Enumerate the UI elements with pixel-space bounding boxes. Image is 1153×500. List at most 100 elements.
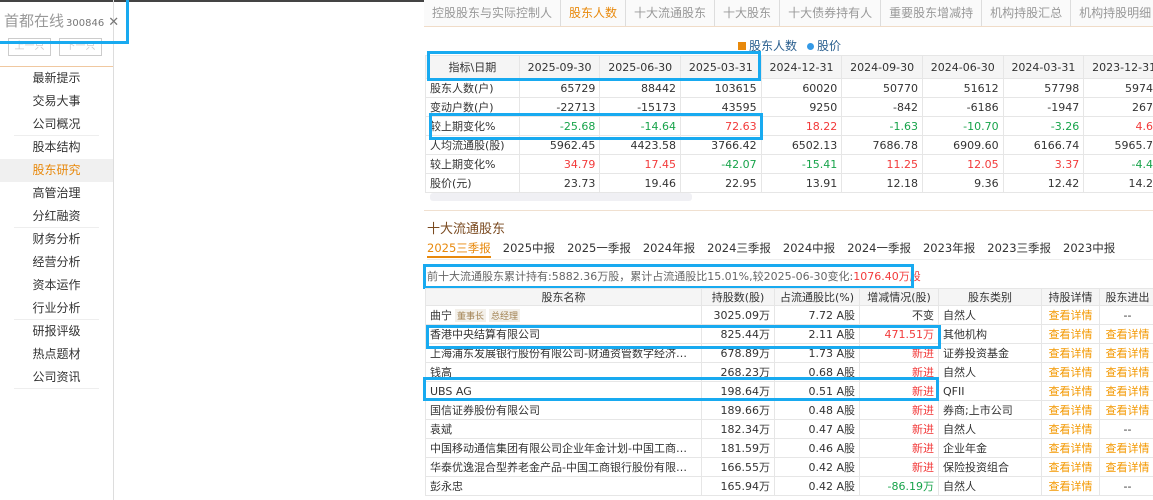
view-detail-link[interactable]: 查看详情 <box>1041 400 1100 420</box>
ratio-cell: 0.68 A股 <box>774 362 860 382</box>
table-row: 较上期变化% 34.79 17.45 -42.07 -15.41 11.25 12.05 3.… <box>425 154 1153 174</box>
table-cell: 103615 <box>680 78 762 98</box>
sidebar-item[interactable]: 分红融资 <box>14 205 99 228</box>
ratio-cell: 0.42 A股 <box>774 457 860 477</box>
table-row: 股东人数(户) 65729 88442 103615 60020 50770 51612 57… <box>425 78 1153 98</box>
legend-holders[interactable]: 股东人数 <box>749 39 797 53</box>
view-detail-link[interactable]: 查看详情 <box>1041 362 1100 382</box>
view-inout-link[interactable]: 查看详情 <box>1099 362 1153 382</box>
table-cell: -25.68 <box>518 116 601 136</box>
sidebar-nav: 最新提示 交易大事 公司概况 股本结构 股东研究 高管治理 分红融资 财务分析 经营分析 资本运作… <box>0 66 113 389</box>
view-detail-link[interactable]: 查看详情 <box>1041 438 1100 458</box>
sidebar-item[interactable]: 行业分析 <box>14 297 99 320</box>
report-tab[interactable]: 2023年报 <box>923 240 975 256</box>
sidebar-item[interactable]: 资本运作 <box>0 274 113 297</box>
tab[interactable]: 十大股东 <box>715 0 781 26</box>
sidebar-item[interactable]: 高管治理 <box>0 182 113 205</box>
sidebar-item[interactable]: 研报评级 <box>0 320 113 343</box>
view-inout-link[interactable]: 查看详情 <box>1099 400 1153 420</box>
report-tab[interactable]: 2025三季报 <box>427 240 491 258</box>
sidebar-item[interactable]: 股本结构 <box>0 136 113 159</box>
legend-price[interactable]: 股价 <box>817 39 841 53</box>
column-header: 2024-09-30 <box>841 55 923 79</box>
table-cell: -15.41 <box>760 154 843 174</box>
holder-type-cell: 自然人 <box>938 419 1042 439</box>
view-inout-link[interactable]: 查看详情 <box>1099 381 1153 401</box>
close-icon[interactable]: ✕ <box>108 15 119 30</box>
holder-type-cell: 保险投资组合 <box>938 457 1042 477</box>
table-row: 股价(元) 23.73 19.46 22.95 13.91 12.18 9.36 12.42 1… <box>425 173 1153 193</box>
view-inout-link[interactable]: 查看详情 <box>1099 324 1153 344</box>
tab[interactable]: 机构持股明细 <box>1071 0 1153 26</box>
column-header: 指标\日期 <box>425 55 520 79</box>
report-tab[interactable]: 2024一季报 <box>847 240 911 256</box>
view-detail-link[interactable]: 查看详情 <box>1041 457 1100 477</box>
view-inout-link[interactable]: 查看详情 <box>1099 438 1153 458</box>
column-header: 股东名称 <box>425 288 702 306</box>
holder-type-cell: 自然人 <box>938 305 1042 325</box>
inout-cell: -- <box>1099 305 1153 325</box>
sidebar-item[interactable]: 热点题材 <box>0 343 113 366</box>
report-tab[interactable]: 2023三季报 <box>987 240 1051 256</box>
sidebar-item[interactable]: 交易大事 <box>0 90 113 113</box>
table-cell: 2672 <box>1083 97 1153 117</box>
tab[interactable]: 十大债券持有人 <box>780 0 882 26</box>
table-cell: 19.46 <box>599 173 682 193</box>
table-cell: -3.26 <box>1002 116 1085 136</box>
holder-name: 中国移动通信集团有限公司企业年金计划-中国工商银行股份有限公司 <box>425 438 702 458</box>
view-detail-link[interactable]: 查看详情 <box>1041 324 1100 344</box>
prev-stock-button[interactable]: 上一只 <box>8 38 51 56</box>
table-row: 彭永忠 165.94万 0.42 A股 -86.19万 自然人 查看详情 -- <box>425 476 1153 496</box>
holder-name: UBS AG <box>425 381 702 401</box>
report-tab[interactable]: 2025中报 <box>503 240 555 256</box>
table-cell: 34.79 <box>518 154 601 174</box>
row-label: 股价(元) <box>425 173 520 193</box>
view-inout-link[interactable]: 查看详情 <box>1099 343 1153 363</box>
shares-cell: 3025.09万 <box>701 305 775 325</box>
report-tab[interactable]: 2025一季报 <box>567 240 631 256</box>
table-row: 中国移动通信集团有限公司企业年金计划-中国工商银行股份有限公司181.59万0.… <box>425 438 1153 458</box>
sidebar-item[interactable]: 最新提示 <box>0 67 113 90</box>
view-inout-link[interactable]: 查看详情 <box>1099 457 1153 477</box>
shares-cell: 825.44万 <box>701 324 775 344</box>
sidebar-item[interactable]: 股东研究 <box>0 159 113 182</box>
table-cell: 60020 <box>760 78 843 98</box>
horizontal-scrollbar[interactable] <box>430 193 692 201</box>
divider <box>424 210 1153 211</box>
sidebar-item[interactable]: 经营分析 <box>0 251 113 274</box>
column-header: 2025-09-30 <box>518 55 601 79</box>
change-cell: 新进 <box>859 381 939 401</box>
report-tab[interactable]: 2024年报 <box>643 240 695 256</box>
ratio-cell: 2.11 A股 <box>774 324 860 344</box>
tab[interactable]: 股东人数 <box>561 0 627 26</box>
report-tab[interactable]: 2024三季报 <box>707 240 771 256</box>
report-tab[interactable]: 2024中报 <box>783 240 835 256</box>
view-detail-link[interactable]: 查看详情 <box>1041 305 1100 325</box>
view-detail-link[interactable]: 查看详情 <box>1041 343 1100 363</box>
holder-name: 国信证券股份有限公司 <box>425 400 702 420</box>
table-cell: 22.95 <box>680 173 762 193</box>
column-header: 持股详情 <box>1041 288 1100 306</box>
tab[interactable]: 机构持股汇总 <box>982 0 1072 26</box>
table-row: 国信证券股份有限公司 189.66万 0.48 A股 新进 券商;上市公司 查看详情 查看详… <box>425 400 1153 420</box>
holder-type-cell: 券商;上市公司 <box>938 400 1042 420</box>
table-row: 曲宁 董事长 总经理 3025.09万 7.72 A股 不变 自然人 查看详情 -- <box>425 305 1153 325</box>
view-detail-link[interactable]: 查看详情 <box>1041 419 1100 439</box>
report-tab[interactable]: 2023中报 <box>1063 240 1115 256</box>
sidebar-item[interactable]: 公司概况 <box>14 113 99 136</box>
change-cell: -86.19万 <box>859 476 939 496</box>
table-cell: 12.05 <box>921 154 1004 174</box>
tab[interactable]: 重要股东增减持 <box>881 0 983 26</box>
sidebar-item[interactable]: 公司资讯 <box>14 366 99 389</box>
tab[interactable]: 十大流通股东 <box>626 0 716 26</box>
holder-name-text: 中国移动通信集团有限公司企业年金计划-中国工商银行股份有限公司 <box>430 442 701 455</box>
next-stock-button[interactable]: 下一只 <box>59 38 102 56</box>
table-cell: 6166.74 <box>1002 135 1085 155</box>
column-header: 增减情况(股) <box>859 288 939 306</box>
sidebar-item[interactable]: 财务分析 <box>0 228 113 251</box>
view-detail-link[interactable]: 查看详情 <box>1041 476 1100 496</box>
holder-name-text: 曲宁 <box>430 309 452 322</box>
view-detail-link[interactable]: 查看详情 <box>1041 381 1100 401</box>
tab[interactable]: 控股股东与实际控制人 <box>424 0 562 26</box>
table-row: 香港中央结算有限公司 825.44万 2.11 A股 471.51万 其他机构 查看详情查… <box>425 324 1153 344</box>
